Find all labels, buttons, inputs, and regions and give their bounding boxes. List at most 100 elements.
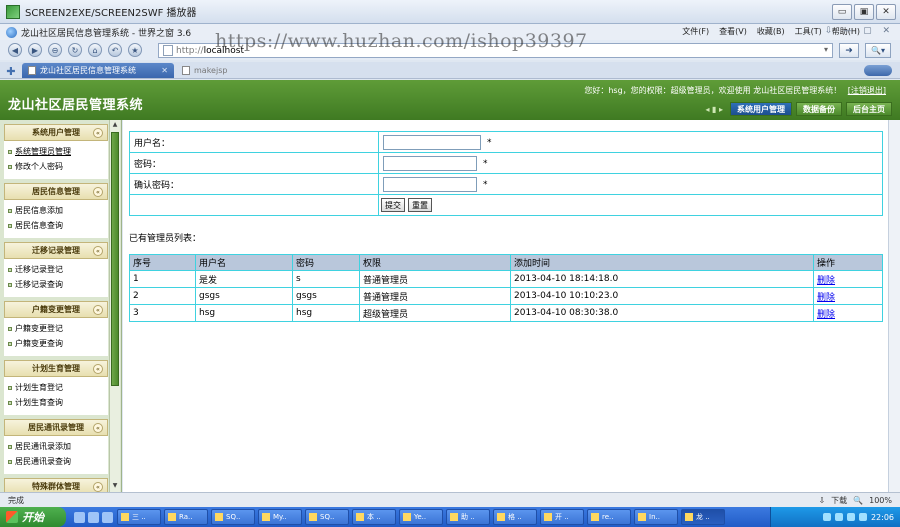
header-button-user-mgmt[interactable]: 系统用户管理 <box>730 102 792 116</box>
taskbar-item[interactable]: Ra.. <box>164 509 208 525</box>
new-tab-icon[interactable]: ✚ <box>4 64 18 78</box>
maximize-button[interactable]: ▣ <box>854 4 874 20</box>
sidebar-item-admin-manage[interactable]: 系统管理员管理 <box>8 144 108 159</box>
taskbar-item[interactable]: re.. <box>587 509 631 525</box>
taskbar-item[interactable]: 开 .. <box>540 509 584 525</box>
status-text: 完成 <box>8 495 24 505</box>
sidebar-item-change-password[interactable]: 修改个人密码 <box>8 159 108 174</box>
delete-link[interactable]: 删除 <box>817 310 835 320</box>
tab-page-icon <box>28 66 36 75</box>
collapse-toggle-icon[interactable]: « <box>93 482 103 492</box>
sidebar-section-header[interactable]: 系统用户管理 « <box>4 124 108 141</box>
submit-button[interactable]: 提交 <box>381 198 405 212</box>
sidebar-section-header[interactable]: 居民通讯录管理 « <box>4 419 108 436</box>
tab-inactive[interactable]: makejsp <box>176 63 233 78</box>
download-label[interactable]: 下载 <box>831 495 847 506</box>
confirm-password-input[interactable] <box>383 176 477 192</box>
task-icon <box>168 513 176 521</box>
task-icon <box>262 513 270 521</box>
minimize-button[interactable]: ▭ <box>832 4 852 20</box>
menu-favorites[interactable]: 收藏(B) <box>757 26 785 37</box>
url-host: localhost <box>203 45 244 56</box>
sidebar-item-migration-register[interactable]: 迁移记录登记 <box>8 262 108 277</box>
url-prefix: http:// <box>176 45 204 56</box>
collapse-toggle-icon[interactable]: « <box>93 364 103 374</box>
sidebar-scrollbar[interactable]: ▲ ▼ <box>109 120 120 492</box>
collapse-toggle-icon[interactable]: « <box>93 305 103 315</box>
sidebar-item-family-plan-register[interactable]: 计划生育登记 <box>8 380 108 395</box>
username-label: 用户名： <box>129 131 379 153</box>
tab-menu-toggle[interactable] <box>864 65 892 76</box>
zoom-icon[interactable]: 🔍 <box>853 496 863 505</box>
close-button[interactable]: ✕ <box>876 4 896 20</box>
taskbar-item[interactable]: My.. <box>258 509 302 525</box>
address-dropdown-icon[interactable]: ▾ <box>824 45 828 54</box>
sidebar-item-contacts-query[interactable]: 居民通讯录查询 <box>8 454 108 469</box>
stop-icon[interactable]: ⊖ <box>48 43 62 57</box>
taskbar-item[interactable]: 格 .. <box>493 509 537 525</box>
delete-link[interactable]: 删除 <box>817 293 835 303</box>
tray-icon[interactable] <box>822 513 831 521</box>
main-scrollbar[interactable] <box>888 120 900 492</box>
go-button[interactable]: ➜ <box>839 43 859 58</box>
quick-launch-icon[interactable] <box>88 511 99 523</box>
password-input[interactable] <box>383 155 477 171</box>
sidebar-item-migration-query[interactable]: 迁移记录查询 <box>8 277 108 292</box>
tray-icon[interactable] <box>846 513 855 521</box>
home-icon[interactable]: ⌂ <box>88 43 102 57</box>
menu-tools[interactable]: 工具(T) <box>795 26 822 37</box>
taskbar-item[interactable]: 本 .. <box>352 509 396 525</box>
sidebar-item-household-query[interactable]: 户籍变更查询 <box>8 336 108 351</box>
menu-file[interactable]: 文件(F) <box>682 26 709 37</box>
taskbar-item[interactable]: In.. <box>634 509 678 525</box>
menu-view[interactable]: 查看(V) <box>719 26 747 37</box>
header-button-home[interactable]: 后台主页 <box>846 102 892 116</box>
header-button-backup[interactable]: 数据备份 <box>796 102 842 116</box>
back-icon[interactable]: ◀ <box>8 43 22 57</box>
browser-window-controls[interactable]: ⇩ — ▢ ✕ <box>825 26 894 36</box>
sidebar-item-contacts-add[interactable]: 居民通讯录添加 <box>8 439 108 454</box>
start-button[interactable]: 开始 <box>0 507 66 527</box>
taskbar-item[interactable]: 三 .. <box>117 509 161 525</box>
taskbar-item[interactable]: SQ.. <box>211 509 255 525</box>
logout-link[interactable]: [注销退出] <box>848 86 886 95</box>
sidebar-section-header[interactable]: 计划生育管理 « <box>4 360 108 377</box>
reset-button[interactable]: 重置 <box>408 198 432 212</box>
sidebar-section-header[interactable]: 居民信息管理 « <box>4 183 108 200</box>
download-icon[interactable]: ⇩ <box>818 496 825 505</box>
header-nav: ◂ ▮ ▸ 系统用户管理 数据备份 后台主页 <box>705 102 892 116</box>
tray-icon[interactable] <box>858 513 867 521</box>
scroll-down-icon[interactable]: ▼ <box>111 482 119 491</box>
collapse-toggle-icon[interactable]: « <box>93 187 103 197</box>
sidebar-item-family-plan-query[interactable]: 计划生育查询 <box>8 395 108 410</box>
favorite-star-icon[interactable]: ★ <box>128 43 142 57</box>
username-input[interactable] <box>383 134 481 150</box>
collapse-toggle-icon[interactable]: « <box>93 423 103 433</box>
quick-launch-icon[interactable] <box>102 511 113 523</box>
sidebar-section-header[interactable]: 特殊群体管理 « <box>4 478 108 492</box>
sidebar-item-resident-add[interactable]: 居民信息添加 <box>8 203 108 218</box>
collapse-toggle-icon[interactable]: « <box>93 128 103 138</box>
search-button[interactable]: 🔍▾ <box>865 43 891 58</box>
sidebar-item-resident-query[interactable]: 居民信息查询 <box>8 218 108 233</box>
forward-icon[interactable]: ▶ <box>28 43 42 57</box>
taskbar-item[interactable]: Ye.. <box>399 509 443 525</box>
tray-icon[interactable] <box>834 513 843 521</box>
sidebar-item-household-register[interactable]: 户籍变更登记 <box>8 321 108 336</box>
taskbar-item[interactable]: 龙 .. <box>681 509 725 525</box>
taskbar-item[interactable]: SQ.. <box>305 509 349 525</box>
quick-launch-icon[interactable] <box>74 511 85 523</box>
undo-icon[interactable]: ↶ <box>108 43 122 57</box>
zoom-level[interactable]: 100% <box>869 496 892 505</box>
collapse-toggle-icon[interactable]: « <box>93 246 103 256</box>
sidebar-section-header[interactable]: 迁移记录管理 « <box>4 242 108 259</box>
taskbar-item[interactable]: 助 .. <box>446 509 490 525</box>
tab-close-icon[interactable]: ✕ <box>161 66 168 75</box>
refresh-icon[interactable]: ↻ <box>68 43 82 57</box>
delete-link[interactable]: 删除 <box>817 276 835 286</box>
scroll-up-icon[interactable]: ▲ <box>111 121 119 130</box>
tab-active[interactable]: 龙山社区居民信息管理系统 ✕ <box>22 63 174 78</box>
sidebar-section-header[interactable]: 户籍变更管理 « <box>4 301 108 318</box>
scrollbar-thumb[interactable] <box>111 132 119 386</box>
address-bar[interactable]: http:// localhost ▾ <box>158 43 833 58</box>
